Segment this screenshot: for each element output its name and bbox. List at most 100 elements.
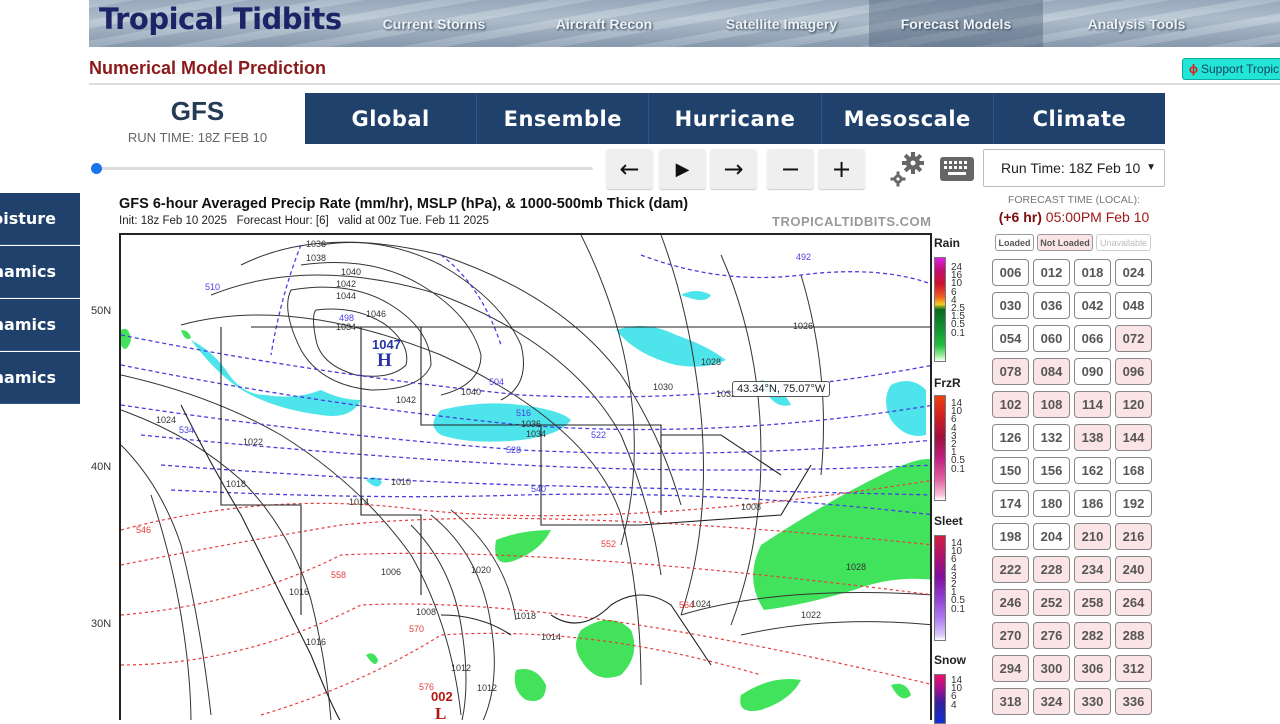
- forecast-hour-button[interactable]: 276: [1033, 622, 1070, 649]
- forecast-hour-button[interactable]: 258: [1074, 589, 1111, 616]
- forecast-hour-button[interactable]: 162: [1074, 457, 1111, 484]
- isobar-label: 1020: [471, 565, 491, 575]
- tab-climate[interactable]: Climate: [994, 93, 1165, 144]
- forecast-hour-button[interactable]: 174: [992, 490, 1029, 517]
- play-button[interactable]: ▶: [659, 149, 706, 189]
- forecast-hour-button[interactable]: 144: [1115, 424, 1152, 451]
- forecast-hour-button[interactable]: 156: [1033, 457, 1070, 484]
- forecast-hour-button[interactable]: 198: [992, 523, 1029, 550]
- forecast-hour-button[interactable]: 102: [992, 391, 1029, 418]
- site-banner: Tropical Tidbits Current Storms Aircraft…: [89, 0, 1280, 47]
- forecast-hour-button[interactable]: 090: [1074, 358, 1111, 385]
- forecast-hour-button[interactable]: 252: [1033, 589, 1070, 616]
- forecast-hour-button[interactable]: 060: [1033, 325, 1070, 352]
- nav-aircraft-recon[interactable]: Aircraft Recon: [529, 0, 679, 47]
- forecast-hour-button[interactable]: 312: [1115, 655, 1152, 682]
- legend-colorbar: [934, 257, 946, 362]
- forecast-hour-button[interactable]: 294: [992, 655, 1029, 682]
- sidebar-item-dynamics-1[interactable]: namics: [0, 246, 80, 298]
- nav-satellite-imagery[interactable]: Satellite Imagery: [699, 0, 864, 47]
- isobar-label: 1008: [416, 607, 436, 617]
- forecast-hour-button[interactable]: 012: [1033, 259, 1070, 286]
- forecast-hour-button[interactable]: 270: [992, 622, 1029, 649]
- forecast-hour-button[interactable]: 204: [1033, 523, 1070, 550]
- forecast-hour-button[interactable]: 120: [1115, 391, 1152, 418]
- forecast-hour-button[interactable]: 210: [1074, 523, 1111, 550]
- run-time-select[interactable]: Run Time: 18Z Feb 10 ▼: [983, 149, 1165, 187]
- forecast-hour-button[interactable]: 138: [1074, 424, 1111, 451]
- nav-forecast-models[interactable]: Forecast Models: [869, 0, 1043, 47]
- forecast-hour-button[interactable]: 264: [1115, 589, 1152, 616]
- forecast-hour-button[interactable]: 066: [1074, 325, 1111, 352]
- status-key-unavailable: Unavailable: [1096, 234, 1151, 251]
- forecast-hour-button[interactable]: 216: [1115, 523, 1152, 550]
- forecast-hour-button[interactable]: 150: [992, 457, 1029, 484]
- legend-ticks: 14 10 6 4: [951, 675, 962, 710]
- forecast-hour-button[interactable]: 048: [1115, 292, 1152, 319]
- forecast-hour-button[interactable]: 006: [992, 259, 1029, 286]
- gears-icon[interactable]: [889, 150, 927, 188]
- tab-hurricane[interactable]: Hurricane: [649, 93, 822, 144]
- keyboard-icon[interactable]: [939, 156, 975, 182]
- legend-tick: 0.1: [951, 463, 965, 475]
- legend-ticks: 24 16 10 6 4 2.5 1.5 0.5 0.1: [951, 262, 965, 338]
- forecast-hour-button[interactable]: 084: [1033, 358, 1070, 385]
- isobar-label: 1042: [336, 279, 356, 289]
- forecast-hour-button[interactable]: 186: [1074, 490, 1111, 517]
- forecast-hour-button[interactable]: 300: [1033, 655, 1070, 682]
- slider-thumb[interactable]: [91, 163, 102, 174]
- nav-analysis-tools[interactable]: Analysis Tools: [1049, 0, 1224, 47]
- sidebar-item-dynamics-3[interactable]: namics: [0, 352, 80, 404]
- thickness-label: 522: [591, 430, 606, 440]
- forecast-hour-button[interactable]: 228: [1033, 556, 1070, 583]
- forecast-hour-slider[interactable]: [91, 163, 593, 174]
- legend-snow: Snow 14 10 6 4: [934, 653, 966, 724]
- forecast-hour-button[interactable]: 036: [1033, 292, 1070, 319]
- forecast-hour-button[interactable]: 336: [1115, 688, 1152, 715]
- forecast-hour-button[interactable]: 330: [1074, 688, 1111, 715]
- tab-mesoscale[interactable]: Mesoscale: [822, 93, 994, 144]
- forecast-hour-button[interactable]: 132: [1033, 424, 1070, 451]
- tab-ensemble[interactable]: Ensemble: [477, 93, 650, 144]
- forecast-hour-button[interactable]: 282: [1074, 622, 1111, 649]
- forecast-hour-button[interactable]: 024: [1115, 259, 1152, 286]
- forecast-hour-button[interactable]: 042: [1074, 292, 1111, 319]
- play-icon: ▶: [675, 158, 690, 180]
- forecast-hour-button[interactable]: 108: [1033, 391, 1070, 418]
- forecast-hour-button[interactable]: 180: [1033, 490, 1070, 517]
- forecast-hour-button[interactable]: 306: [1074, 655, 1111, 682]
- forecast-map[interactable]: 1047 H 002 L 1036 1038 1040 1042 1044 10…: [119, 233, 932, 720]
- isobar-label: 1018: [516, 611, 536, 621]
- low-pressure-center: 002 L: [431, 689, 453, 720]
- support-button[interactable]: ϕ Support Tropic: [1182, 58, 1280, 80]
- forecast-hour-button[interactable]: 096: [1115, 358, 1152, 385]
- zoom-out-button[interactable]: −: [767, 149, 814, 189]
- next-button[interactable]: →: [710, 149, 757, 189]
- forecast-hour-button[interactable]: 030: [992, 292, 1029, 319]
- thickness-label: 570: [409, 624, 424, 634]
- isobar-label: 1044: [336, 291, 356, 301]
- forecast-hour-button[interactable]: 192: [1115, 490, 1152, 517]
- forecast-hour-button[interactable]: 054: [992, 325, 1029, 352]
- zoom-in-button[interactable]: +: [818, 149, 865, 189]
- prev-button[interactable]: ←: [606, 149, 653, 189]
- sidebar-item-moisture[interactable]: oisture: [0, 193, 80, 245]
- site-logo[interactable]: Tropical Tidbits: [99, 2, 342, 36]
- forecast-hour-button[interactable]: 240: [1115, 556, 1152, 583]
- forecast-hour-button[interactable]: 246: [992, 589, 1029, 616]
- forecast-hour-button[interactable]: 168: [1115, 457, 1152, 484]
- forecast-hour-button[interactable]: 072: [1115, 325, 1152, 352]
- forecast-hour-button[interactable]: 318: [992, 688, 1029, 715]
- forecast-hour-button[interactable]: 234: [1074, 556, 1111, 583]
- forecast-hour-button[interactable]: 222: [992, 556, 1029, 583]
- thickness-label: 540: [531, 484, 546, 494]
- sidebar-item-dynamics-2[interactable]: namics: [0, 299, 80, 351]
- forecast-hour-button[interactable]: 018: [1074, 259, 1111, 286]
- forecast-hour-button[interactable]: 288: [1115, 622, 1152, 649]
- forecast-hour-button[interactable]: 078: [992, 358, 1029, 385]
- forecast-hour-button[interactable]: 126: [992, 424, 1029, 451]
- nav-current-storms[interactable]: Current Storms: [359, 0, 509, 47]
- forecast-hour-button[interactable]: 324: [1033, 688, 1070, 715]
- forecast-hour-button[interactable]: 114: [1074, 391, 1111, 418]
- tab-global[interactable]: Global: [305, 93, 478, 144]
